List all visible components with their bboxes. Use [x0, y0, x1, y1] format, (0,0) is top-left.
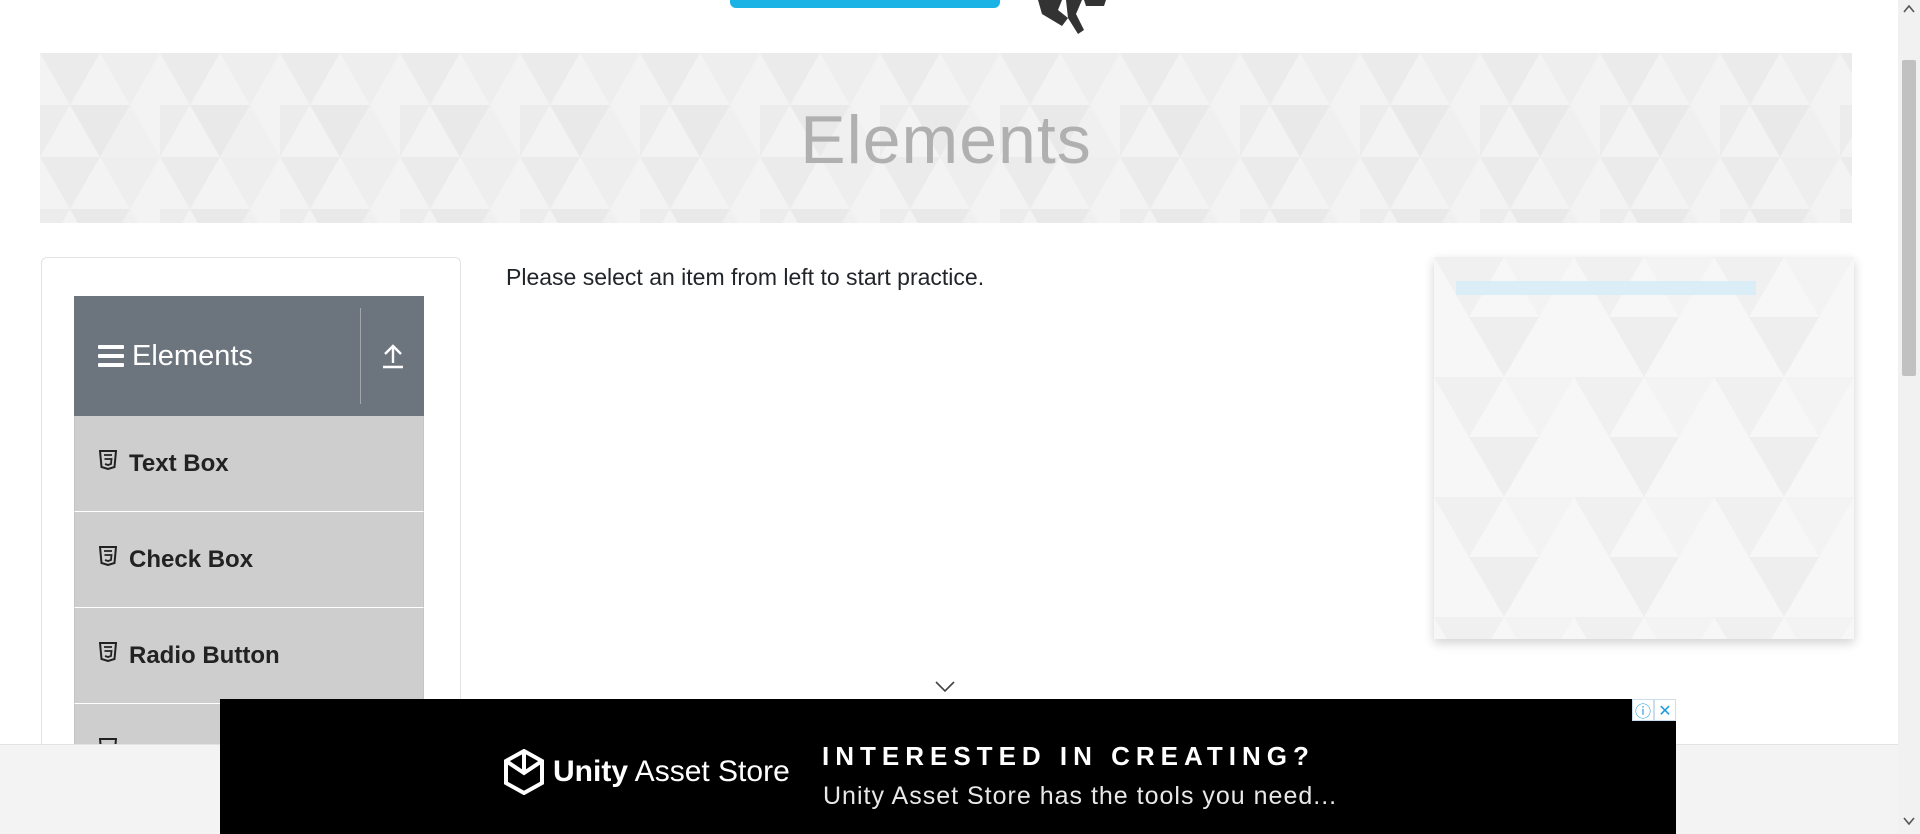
sidebar-group-label: Elements — [132, 339, 253, 372]
info-icon[interactable]: ⓘ — [1632, 699, 1654, 721]
html5-icon — [99, 641, 117, 662]
ad-placeholder-right[interactable] — [1434, 257, 1854, 639]
unity-cube-icon — [504, 749, 544, 795]
logo-text-fragment — [730, 0, 1000, 8]
sidebar-item-radio-button[interactable]: Radio Button — [74, 608, 424, 704]
bottom-ad-banner[interactable]: ⓘ ✕ Unity Asset Store INTERESTED IN CREA… — [220, 699, 1676, 834]
sidebar-item-check-box[interactable]: Check Box — [74, 512, 424, 608]
unity-brand-text: Unity Asset Store — [553, 755, 790, 789]
unity-brand-bold: Unity — [553, 755, 628, 788]
html5-icon — [99, 545, 117, 566]
scrollbar-thumb[interactable] — [1902, 60, 1916, 376]
close-icon[interactable]: ✕ — [1654, 699, 1676, 721]
unity-logo: Unity Asset Store — [503, 749, 790, 795]
unity-brand-rest: Asset Store — [628, 755, 790, 788]
ad-loading-bar — [1456, 281, 1756, 295]
sidebar-group-header[interactable]: Elements — [74, 296, 424, 416]
page: Elements Elements Text Box Check Box Rad… — [0, 0, 1920, 834]
sidebar-item-text-box[interactable]: Text Box — [74, 416, 424, 512]
site-logo[interactable] — [720, 0, 1200, 42]
ad-subline: Unity Asset Store has the tools you need… — [823, 782, 1338, 810]
ad-controls: ⓘ ✕ — [1632, 699, 1676, 721]
page-title: Elements — [800, 102, 1092, 178]
scroll-down-arrow-icon[interactable] — [1903, 816, 1915, 826]
ad-placeholder-pattern — [1434, 257, 1854, 639]
collapse-toggle[interactable] — [361, 296, 424, 416]
vertical-scrollbar[interactable] — [1898, 0, 1920, 834]
page-banner: Elements — [40, 53, 1852, 223]
hamburger-icon — [98, 345, 124, 367]
upload-arrow-icon — [382, 344, 403, 369]
sidebar-item-label: Radio Button — [129, 641, 280, 669]
ad-headline: INTERESTED IN CREATING? — [822, 741, 1315, 771]
sidebar-group-title[interactable]: Elements — [74, 296, 360, 416]
html5-icon — [99, 449, 117, 470]
scroll-up-arrow-icon[interactable] — [1903, 4, 1915, 14]
chevron-down-icon[interactable] — [934, 680, 956, 694]
sidebar-item-label: Text Box — [129, 449, 229, 477]
logo-gear-icon — [1032, 0, 1112, 40]
sidebar-item-label: Check Box — [129, 545, 254, 573]
instruction-text: Please select an item from left to start… — [506, 264, 985, 290]
